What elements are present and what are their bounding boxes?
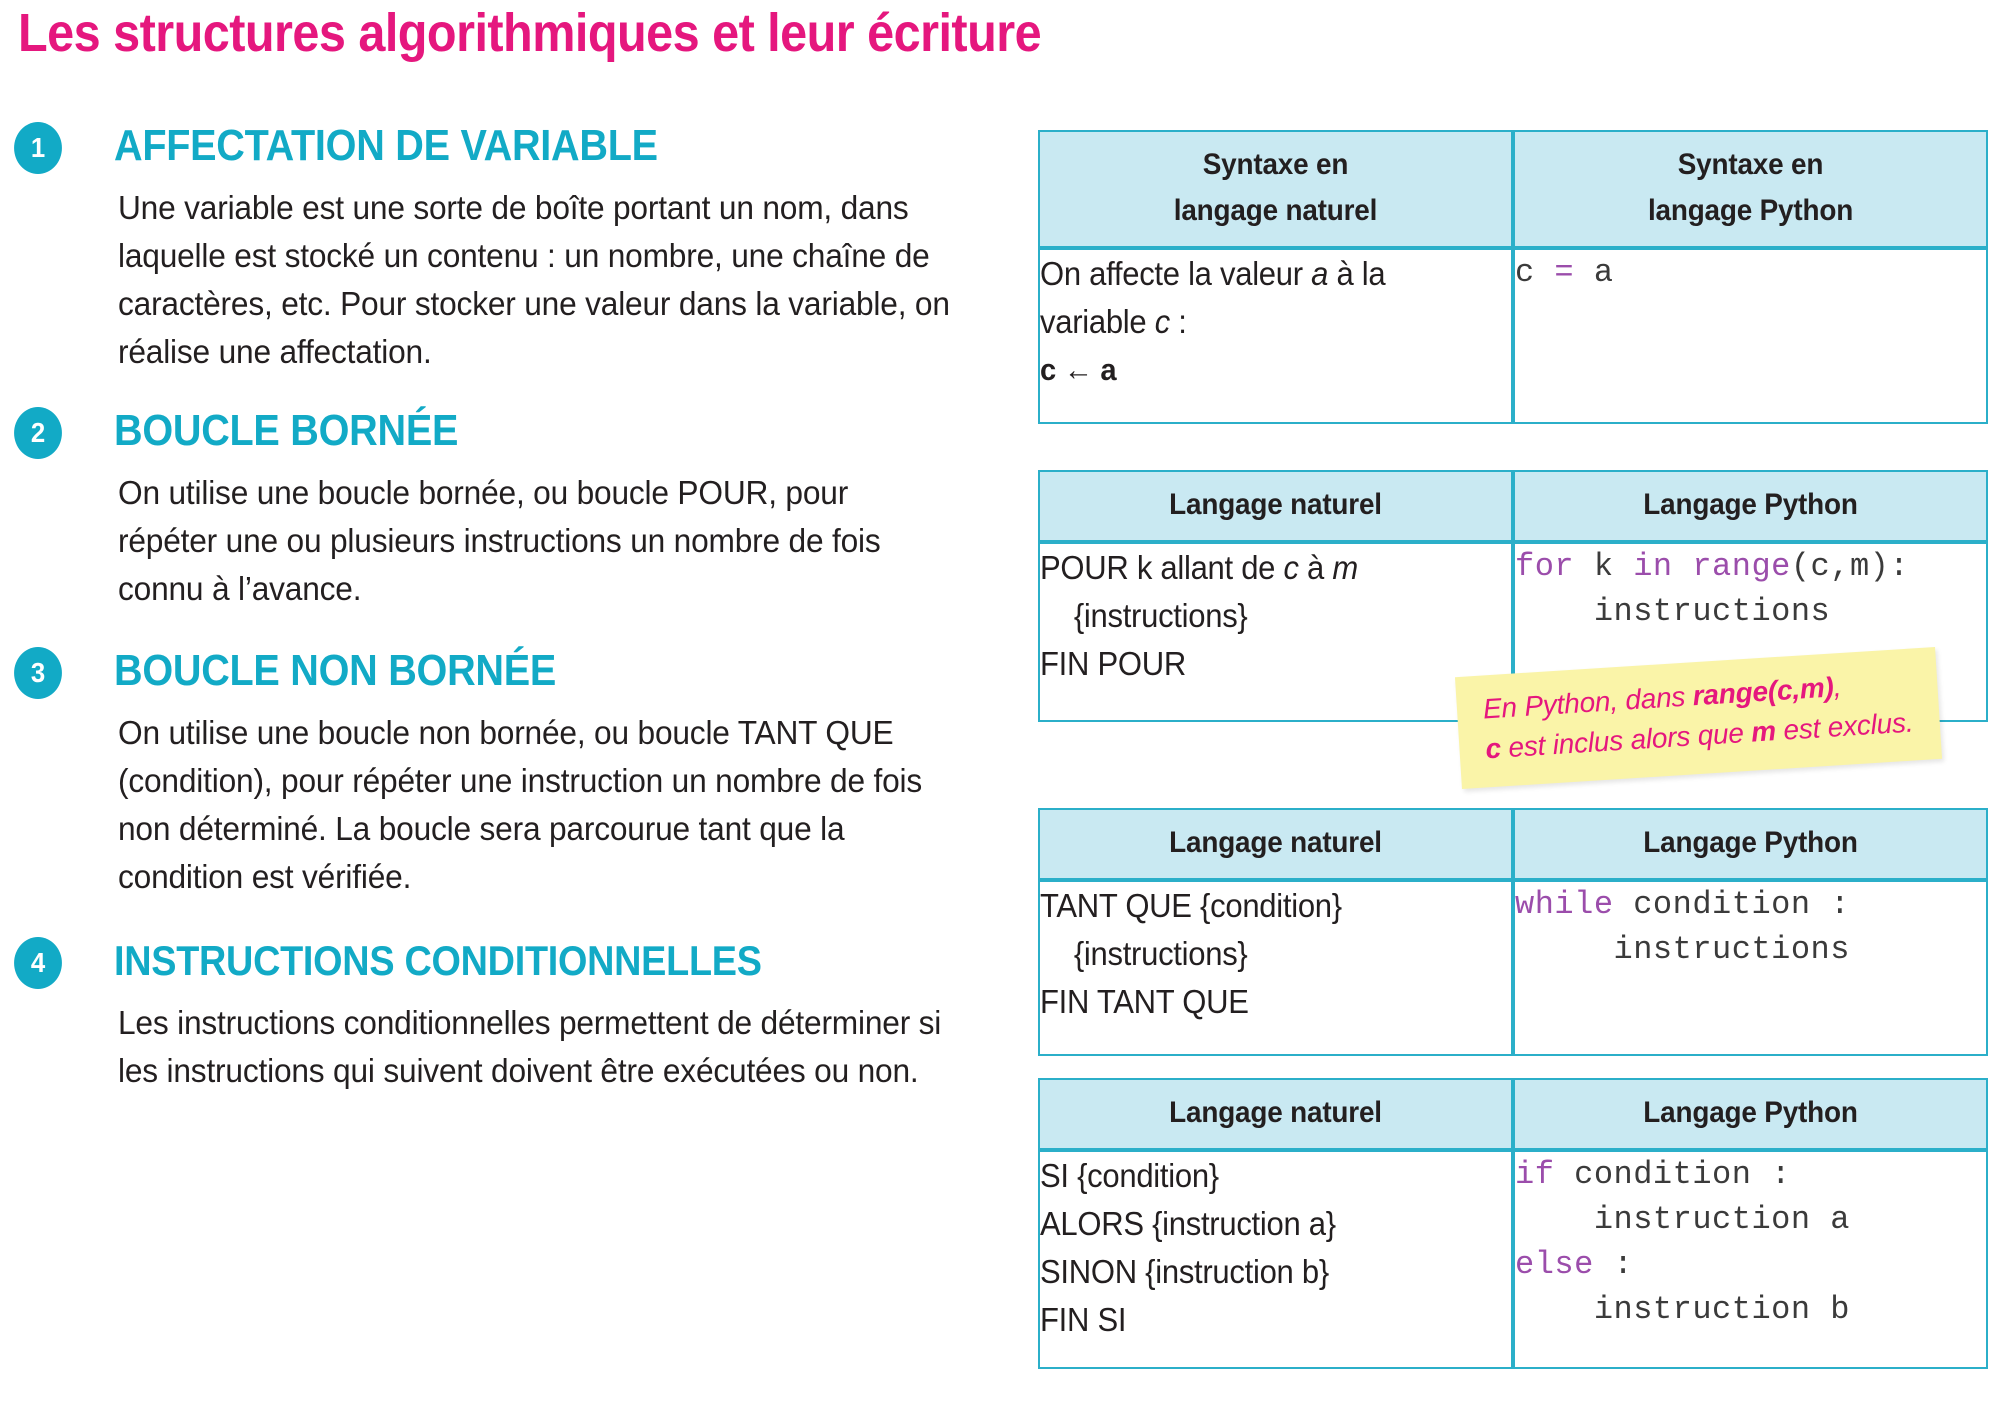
header-label: Langage Python <box>1643 488 1858 521</box>
code-keyword-while: while <box>1515 886 1614 923</box>
code-line-4: instruction b <box>1515 1291 1850 1328</box>
section-header: 3 BOUCLE NON BORNÉE <box>0 643 1010 709</box>
section-title: BOUCLE BORNÉE <box>114 406 459 455</box>
header-line-2: langage naturel <box>1173 194 1378 227</box>
cell-python-code: while condition : instructions <box>1513 880 1988 1056</box>
natural-line-1: SI {condition} <box>1040 1157 1219 1194</box>
code-line-2: instructions <box>1515 931 1850 968</box>
natural-line-2: {instructions} <box>1073 935 1248 972</box>
italic-var-c: c <box>1154 303 1171 340</box>
table-row: SI {condition} ALORS {instruction a} SIN… <box>1038 1150 1988 1369</box>
natural-line-3: SINON {instruction b} <box>1040 1253 1329 1290</box>
code-else-colon: : <box>1593 1246 1634 1283</box>
code-operator: = <box>1554 254 1575 291</box>
column-header-langage-naturel: Langage naturel <box>1038 470 1513 542</box>
natural-line-1: TANT QUE {condition} <box>1040 887 1342 924</box>
section-header: 4 INSTRUCTIONS CONDITIONNELLES <box>0 933 1010 999</box>
header-label: Langage naturel <box>1169 488 1382 521</box>
italic-var-a: a <box>1311 255 1329 292</box>
italic-var-c: c <box>1283 549 1299 586</box>
section-body-text: On utilise une boucle non bornée, ou bou… <box>118 714 923 895</box>
code-function-range: range <box>1692 548 1791 585</box>
column-header-langage-naturel: Syntaxe en langage naturel <box>1038 130 1513 248</box>
table-header-row: Syntaxe en langage naturel Syntaxe en la… <box>1038 130 1988 248</box>
section-header: 1 AFFECTATION DE VARIABLE <box>0 118 1010 184</box>
header-line-1: Syntaxe en <box>1202 148 1349 181</box>
italic-var-m: m <box>1332 549 1358 586</box>
note-bold-m: m <box>1750 715 1777 748</box>
section-header: 2 BOUCLE BORNÉE <box>0 403 1010 469</box>
natural-line-3-assignment-arrow: c ← a <box>1040 352 1117 387</box>
code-line-2: instructions <box>1515 593 1831 630</box>
table-header-row: Langage naturel Langage Python <box>1038 808 1988 880</box>
header-line-1: Syntaxe en <box>1677 148 1824 181</box>
header-line-2: langage Python <box>1647 194 1854 227</box>
code-line-2: instruction a <box>1515 1201 1850 1238</box>
column-header-langage-python: Syntaxe en langage Python <box>1513 130 1988 248</box>
left-column: 1 AFFECTATION DE VARIABLE Une variable e… <box>0 118 1010 1095</box>
section-boucle-bornee: 2 BOUCLE BORNÉE On utilise une boucle bo… <box>0 403 1010 643</box>
section-boucle-non-bornee: 3 BOUCLE NON BORNÉE On utilise une boucl… <box>0 643 1010 933</box>
code-keyword-else: else <box>1515 1246 1594 1283</box>
column-header-langage-python: Langage Python <box>1513 808 1988 880</box>
natural-line-3: FIN TANT QUE <box>1040 983 1249 1020</box>
natural-line-1: POUR k allant de c à m <box>1040 549 1358 586</box>
code-keyword-in: in <box>1633 548 1673 585</box>
section-title: INSTRUCTIONS CONDITIONNELLES <box>114 937 762 984</box>
section-body-text: On utilise une boucle bornée, ou boucle … <box>118 474 881 607</box>
section-number-badge: 2 <box>14 407 62 459</box>
column-header-langage-naturel: Langage naturel <box>1038 808 1513 880</box>
code-condition: condition : <box>1554 1156 1791 1193</box>
section-title: AFFECTATION DE VARIABLE <box>114 121 658 170</box>
natural-line-1: On affecte la valeur a à la <box>1040 255 1386 292</box>
natural-line-2: ALORS {instruction a} <box>1040 1205 1336 1242</box>
cell-natural-language: TANT QUE {condition} {instructions} FIN … <box>1038 880 1513 1056</box>
natural-line-4: FIN SI <box>1040 1301 1127 1338</box>
code-args: (c,m): <box>1790 548 1910 585</box>
table-header-row: Langage naturel Langage Python <box>1038 1078 1988 1150</box>
section-instructions-conditionnelles: 4 INSTRUCTIONS CONDITIONNELLES Les instr… <box>0 933 1010 1095</box>
cell-natural-language: POUR k allant de c à m {instructions} FI… <box>1038 542 1513 722</box>
code-keyword-if: if <box>1515 1156 1555 1193</box>
code-condition: condition : <box>1613 886 1850 923</box>
header-label: Langage Python <box>1643 826 1858 859</box>
table-instructions-conditionnelles: Langage naturel Langage Python SI {condi… <box>1038 1078 1988 1369</box>
code-variable: c <box>1515 254 1535 291</box>
column-header-langage-naturel: Langage naturel <box>1038 1078 1513 1150</box>
section-body-text: Les instructions conditionnelles permett… <box>118 1004 942 1089</box>
natural-line-2: variable c : <box>1040 303 1187 340</box>
table-boucle-non-bornee: Langage naturel Langage Python TANT QUE … <box>1038 808 1988 1056</box>
table-row: TANT QUE {condition} {instructions} FIN … <box>1038 880 1988 1056</box>
section-title: BOUCLE NON BORNÉE <box>114 646 557 695</box>
code-keyword-for: for <box>1515 548 1575 585</box>
natural-line-2: {instructions} <box>1073 597 1248 634</box>
cell-python-code: c = a <box>1513 248 1988 424</box>
section-body-text: Une variable est une sorte de boîte port… <box>118 189 950 370</box>
table-row: On affecte la valeur a à la variable c :… <box>1038 248 1988 424</box>
page-title: Les structures algorithmiques et leur éc… <box>18 3 1042 63</box>
cell-python-code: if condition : instruction a else : inst… <box>1513 1150 1988 1369</box>
header-label: Langage Python <box>1643 1096 1858 1129</box>
section-number-badge: 3 <box>14 647 62 699</box>
table-header-row: Langage naturel Langage Python <box>1038 470 1988 542</box>
column-header-langage-python: Langage Python <box>1513 470 1988 542</box>
column-header-langage-python: Langage Python <box>1513 1078 1988 1150</box>
cell-natural-language: SI {condition} ALORS {instruction a} SIN… <box>1038 1150 1513 1369</box>
header-label: Langage naturel <box>1169 826 1382 859</box>
note-bold-range: range(c,m) <box>1691 671 1835 712</box>
header-label: Langage naturel <box>1169 1096 1382 1129</box>
cell-natural-language: On affecte la valeur a à la variable c :… <box>1038 248 1513 424</box>
section-number-badge: 1 <box>14 122 62 174</box>
natural-line-3: FIN POUR <box>1040 645 1186 682</box>
section-affectation-de-variable: 1 AFFECTATION DE VARIABLE Une variable e… <box>0 118 1010 403</box>
table-affectation: Syntaxe en langage naturel Syntaxe en la… <box>1038 130 1988 424</box>
code-value: a <box>1593 254 1614 291</box>
section-number-badge: 4 <box>14 937 62 989</box>
